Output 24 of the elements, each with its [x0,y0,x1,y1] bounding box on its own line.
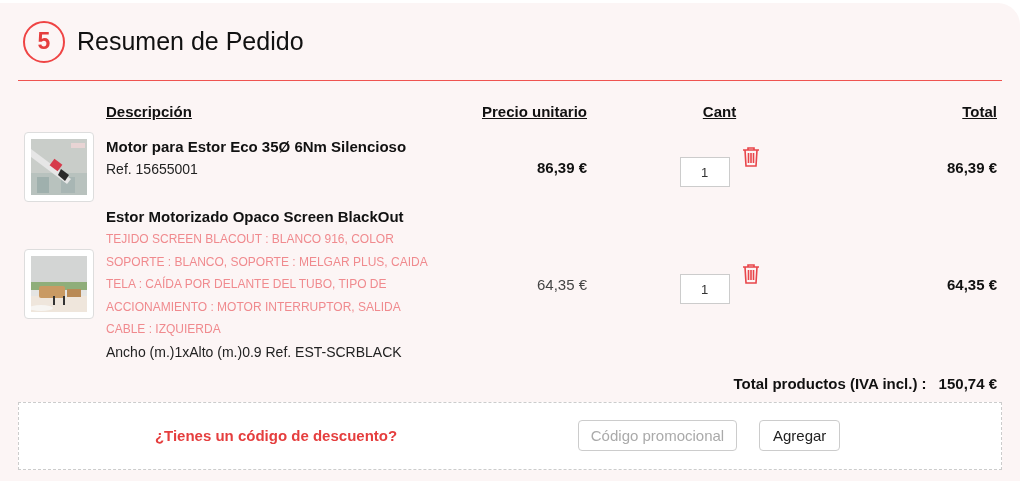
column-header: Descripción [106,102,193,122]
product-reference: Ref. 15655001 [106,160,199,179]
trash-icon[interactable] [741,264,760,285]
trash-icon[interactable] [741,147,760,167]
unit-price: 86,39 € [536,158,587,176]
section-title: Resumen de Pedido [77,27,304,56]
product-reference: Ancho (m.)1xAlto (m.)0.9 Ref. EST-SCRBLACK [106,342,403,362]
column-header: Total [962,102,997,122]
add-button[interactable]: Agregar [759,420,841,451]
promo-code-field[interactable]: Código promocional [578,420,737,451]
product-name: Estor Motorizado Opaco Screen BlackOut [106,207,405,227]
quantity-field[interactable]: 1 [679,157,730,187]
step-number: 5 [23,20,65,63]
quantity-field[interactable]: 1 [679,274,730,305]
product-name: Motor para Estor Eco 35Ø 6Nm Silencioso [106,137,408,157]
column-header: Precio unitario [481,102,587,122]
total-value: 150,74 € [938,374,997,392]
unit-price: 64,35 € [536,275,587,293]
line-total: 86,39 € [946,158,997,176]
discount-prompt: ¿Tienes un código de descuento? [153,427,399,444]
product-options: TEJIDO SCREEN BLACOUT : BLANCO 916, COLOR SOPORTE : BLANCO, SOPORTE : MELGAR PLUS, CAIDA TELA : CAÍDA POR DELANTE DEL TUBO, TIPO DE ACCIONAMIENTO : MOTOR INTERRUPTOR, SALIDA CABLE : IZQUIERDA [106,228,436,341]
total-label: Total productos (IVA incl.) : [733,374,927,392]
column-header: Cant [702,102,737,122]
line-total: 64,35 € [946,275,997,293]
